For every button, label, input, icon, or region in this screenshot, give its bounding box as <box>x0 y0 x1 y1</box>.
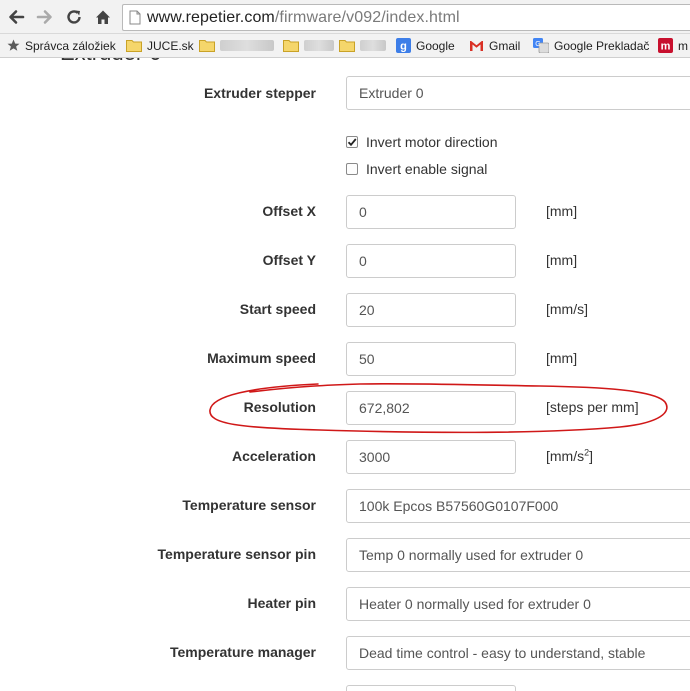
bookmark-folder-hidden-3[interactable] <box>339 34 386 57</box>
invert-motor-direction-row[interactable]: Invert motor direction <box>346 134 498 150</box>
temperature-sensor-pin-label: Temperature sensor pin <box>157 546 316 562</box>
invert-motor-direction-label: Invert motor direction <box>366 134 498 150</box>
bookmarks-bar: Správca záložiek JUCE.sk g Google Gmail … <box>0 34 690 58</box>
offset-y-unit: [mm] <box>546 252 578 268</box>
bookmark-translate[interactable]: G Google Prekladač <box>533 34 649 57</box>
bookmark-folder-hidden-1[interactable] <box>199 34 274 57</box>
svg-text:g: g <box>400 41 407 53</box>
checkmark-icon <box>347 138 357 147</box>
bookmark-juce[interactable]: JUCE.sk <box>126 34 194 57</box>
bookmark-folder-hidden-2[interactable] <box>283 34 334 57</box>
bookmark-label: m <box>678 38 688 53</box>
back-arrow-icon <box>9 10 25 24</box>
address-bar[interactable]: www.repetier.com/firmware/v092/index.htm… <box>122 4 690 31</box>
heater-pin-select[interactable]: Heater 0 normally used for extruder 0 <box>346 587 690 621</box>
acceleration-unit-base: [mm/s <box>546 448 585 464</box>
bookmark-gmail[interactable]: Gmail <box>469 34 520 57</box>
home-icon <box>96 10 110 24</box>
resolution-input[interactable]: 672,802 <box>346 391 516 425</box>
page-icon <box>129 10 141 25</box>
maximum-speed-input[interactable]: 50 <box>346 342 516 376</box>
svg-text:m: m <box>661 41 671 53</box>
bookmark-google[interactable]: g Google <box>396 34 455 57</box>
section-title: Extruder 0 <box>60 58 162 66</box>
back-button[interactable] <box>4 6 28 28</box>
reload-button[interactable] <box>62 6 86 28</box>
forward-button[interactable] <box>33 6 57 28</box>
bookmark-label: Gmail <box>489 38 521 53</box>
maximum-speed-unit: [mm] <box>546 350 578 366</box>
folder-icon <box>199 39 215 52</box>
start-speed-label: Start speed <box>239 301 316 317</box>
offset-y-label: Offset Y <box>262 252 316 268</box>
redacted-label <box>360 40 386 51</box>
star-icon <box>7 39 20 52</box>
url-text: www.repetier.com/firmware/v092/index.htm… <box>147 9 460 27</box>
offset-x-label: Offset X <box>262 203 316 219</box>
page-content: Extruder 0 Extruder stepper Extruder 0 I… <box>0 58 690 691</box>
invert-enable-signal-row[interactable]: Invert enable signal <box>346 161 487 177</box>
acceleration-input[interactable]: 3000 <box>346 440 516 474</box>
invert-enable-signal-checkbox[interactable] <box>346 163 358 175</box>
offset-x-input[interactable]: 0 <box>346 195 516 229</box>
extruder-stepper-label: Extruder stepper <box>203 85 316 101</box>
folder-icon <box>339 39 355 52</box>
bookmark-label: JUCE.sk <box>147 38 194 53</box>
temperature-sensor-select[interactable]: 100k Epcos B57560G0107F000 <box>346 489 690 523</box>
redacted-label <box>304 40 334 51</box>
temperature-sensor-pin-select[interactable]: Temp 0 normally used for extruder 0 <box>346 538 690 572</box>
resolution-label: Resolution <box>243 399 316 415</box>
acceleration-label: Acceleration <box>231 448 316 464</box>
bookmark-label: Google <box>416 38 455 53</box>
svg-text:G: G <box>535 41 540 48</box>
google-icon: g <box>396 38 411 53</box>
acceleration-unit-close: ] <box>589 448 594 464</box>
forward-arrow-icon <box>36 10 52 24</box>
maximum-speed-label: Maximum speed <box>207 350 316 366</box>
browser-toolbar: www.repetier.com/firmware/v092/index.htm… <box>0 0 690 34</box>
temperature-manager-label: Temperature manager <box>169 644 316 660</box>
invert-motor-direction-checkbox[interactable] <box>346 136 358 148</box>
offset-x-unit: [mm] <box>546 203 578 219</box>
start-speed-input[interactable]: 20 <box>346 293 516 327</box>
folder-icon <box>126 39 142 52</box>
url-host: www.repetier.com <box>147 8 275 26</box>
invert-enable-signal-label: Invert enable signal <box>366 161 488 177</box>
redacted-label <box>220 40 274 51</box>
home-button[interactable] <box>91 6 115 28</box>
bookmark-label: Správca záložiek <box>25 38 116 53</box>
gmail-icon <box>469 40 484 52</box>
acceleration-unit: [mm/s2] <box>546 448 593 464</box>
heater-pin-label: Heater pin <box>247 595 316 611</box>
next-field-partial[interactable] <box>346 685 516 691</box>
bookmark-manager[interactable]: Správca záložiek <box>7 34 116 57</box>
bookmark-label: Google Prekladač <box>554 38 650 53</box>
resolution-unit: [steps per mm] <box>546 399 639 415</box>
url-path: /firmware/v092/index.html <box>274 8 460 26</box>
translate-icon: G <box>533 38 549 53</box>
bookmark-m[interactable]: m m <box>658 34 688 57</box>
temperature-sensor-label: Temperature sensor <box>182 497 316 513</box>
site-icon: m <box>658 38 673 53</box>
extruder-stepper-select[interactable]: Extruder 0 <box>346 76 690 110</box>
offset-y-input[interactable]: 0 <box>346 244 516 278</box>
temperature-manager-select[interactable]: Dead time control - easy to understand, … <box>346 636 690 670</box>
start-speed-unit: [mm/s] <box>546 301 588 317</box>
reload-icon <box>67 10 81 24</box>
folder-icon <box>283 39 299 52</box>
